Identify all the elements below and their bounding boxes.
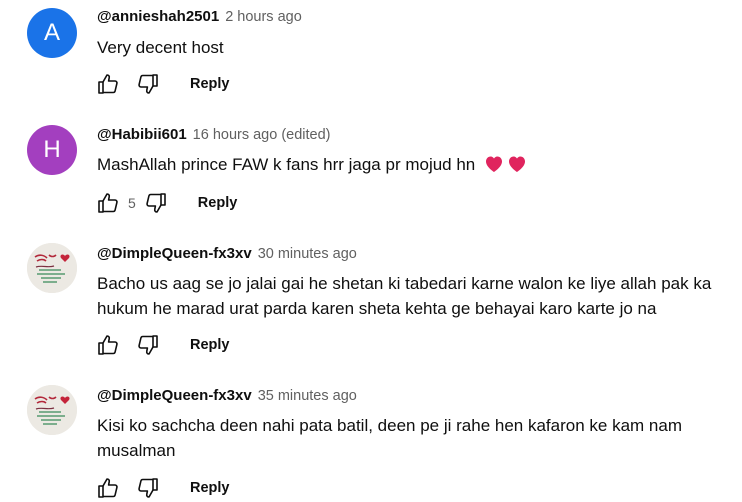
comment-text: Bacho us aag se jo jalai gai he shetan k…: [97, 274, 712, 318]
comment-text: Kisi ko sachcha deen nahi pata batil, de…: [97, 416, 682, 460]
comment-header: @Habibii601 16 hours ago (edited): [97, 126, 330, 143]
red-heart-icon: [484, 155, 504, 180]
comment-header: @DimpleQueen-fx3xv 30 minutes ago: [97, 245, 357, 262]
comment-actions: Reply: [94, 474, 230, 502]
comment-header: @annieshah2501 2 hours ago: [97, 8, 302, 25]
comment-timestamp[interactable]: 30 minutes ago: [258, 246, 357, 262]
thumbs-down-icon: [146, 193, 166, 213]
thumbs-up-icon: [98, 335, 118, 355]
comment-timestamp[interactable]: 35 minutes ago: [258, 388, 357, 404]
avatar-image-icon: [27, 243, 77, 293]
comment-text: Very decent host: [97, 38, 224, 57]
comment-actions: Reply: [94, 70, 230, 98]
author-name[interactable]: @Habibii601: [97, 126, 187, 143]
avatar-letter: H: [43, 136, 61, 163]
reply-button[interactable]: Reply: [198, 195, 238, 211]
reply-button[interactable]: Reply: [190, 337, 230, 353]
comment-actions: Reply: [94, 331, 230, 359]
reply-button[interactable]: Reply: [190, 480, 230, 496]
thumbs-down-icon: [138, 478, 158, 498]
emoji-group: [481, 155, 527, 174]
author-name[interactable]: @DimpleQueen-fx3xv: [97, 245, 252, 262]
like-button[interactable]: [94, 474, 122, 502]
thumbs-down-icon: [138, 74, 158, 94]
red-heart-icon: [507, 155, 527, 180]
comment-actions: 5 Reply: [94, 189, 237, 217]
avatar[interactable]: H: [27, 125, 77, 175]
comment-timestamp[interactable]: 2 hours ago: [225, 9, 302, 25]
dislike-button[interactable]: [134, 474, 162, 502]
like-count: 5: [128, 195, 136, 211]
dislike-button[interactable]: [134, 70, 162, 98]
avatar[interactable]: [27, 243, 77, 293]
comment-text-body: MashAllah prince FAW k fans hrr jaga pr …: [97, 155, 476, 174]
avatar[interactable]: A: [27, 8, 77, 58]
author-name[interactable]: @annieshah2501: [97, 8, 219, 25]
thumbs-down-icon: [138, 335, 158, 355]
thumbs-up-icon: [98, 193, 118, 213]
like-button[interactable]: [94, 331, 122, 359]
comment-timestamp[interactable]: 16 hours ago: [193, 127, 278, 143]
comment-header: @DimpleQueen-fx3xv 35 minutes ago: [97, 387, 357, 404]
comment-text: MashAllah prince FAW k fans hrr jaga pr …: [97, 152, 737, 180]
thumbs-up-icon: [98, 478, 118, 498]
thumbs-up-icon: [98, 74, 118, 94]
avatar-image-icon: [27, 385, 77, 435]
avatar[interactable]: [27, 385, 77, 435]
avatar-letter: A: [43, 19, 60, 46]
like-button[interactable]: [94, 189, 122, 217]
edited-label: (edited): [281, 127, 331, 143]
dislike-button[interactable]: [134, 331, 162, 359]
like-button[interactable]: [94, 70, 122, 98]
author-name[interactable]: @DimpleQueen-fx3xv: [97, 387, 252, 404]
dislike-button[interactable]: [142, 189, 170, 217]
reply-button[interactable]: Reply: [190, 76, 230, 92]
